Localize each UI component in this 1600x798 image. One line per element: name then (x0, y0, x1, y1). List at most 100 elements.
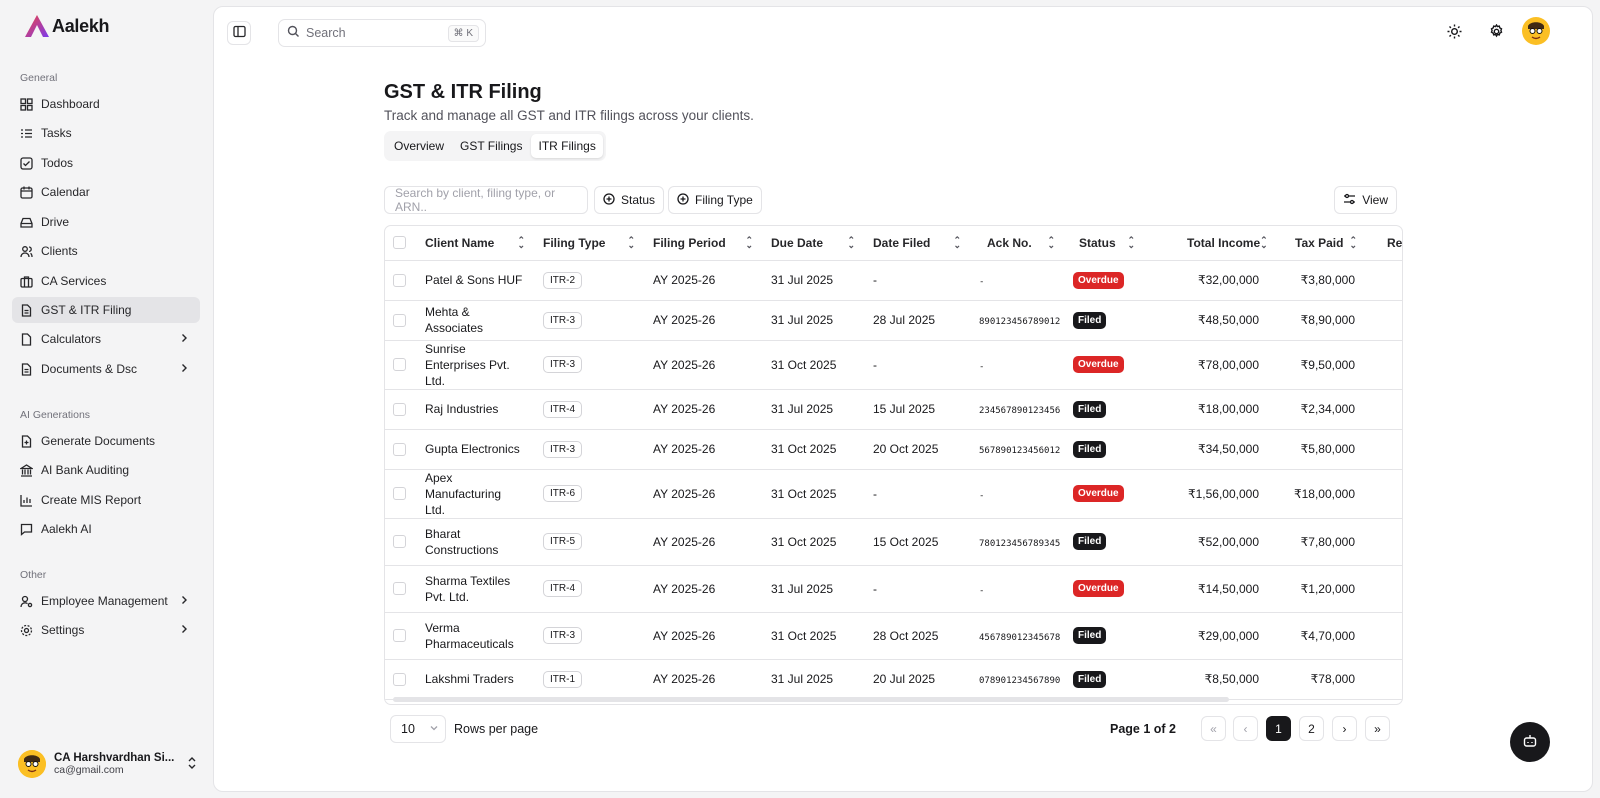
column-header-date-filed[interactable]: Date Filed ⌃ ⌄ (865, 226, 971, 261)
chevron-right-icon (178, 362, 190, 377)
calendar-icon (20, 186, 33, 199)
tab-overview[interactable]: Overview (387, 134, 451, 158)
sidebar-item-todos[interactable]: Todos (12, 150, 200, 176)
client-name[interactable]: Apex Manufacturing Ltd. (425, 471, 501, 517)
filing-period: AY 2025-26 (653, 273, 716, 287)
client-name[interactable]: Sunrise Enterprises Pvt. Ltd. (425, 342, 510, 388)
row-checkbox[interactable] (393, 535, 406, 548)
table-row[interactable]: Patel & Sons HUF ITR-2 AY 2025-26 31 Jul 20… (385, 260, 1402, 301)
client-name[interactable]: Bharat Constructions (425, 527, 498, 557)
sidebar-item-employee-management[interactable]: Employee Management (12, 588, 200, 614)
sidebar-item-calendar[interactable]: Calendar (12, 179, 200, 205)
profile-avatar-button[interactable] (1522, 16, 1550, 46)
column-header-refund[interactable]: Refur (1367, 226, 1402, 261)
table-row[interactable]: Sharma Textiles Pvt. Ltd. ITR-4 AY 2025-26… (385, 565, 1402, 613)
table-row[interactable]: Apex Manufacturing Ltd. ITR-6 AY 2025-26 31… (385, 469, 1402, 519)
sidebar-toggle-button[interactable] (227, 21, 251, 45)
first-page-button[interactable]: « (1201, 716, 1226, 741)
client-name[interactable]: Sharma Textiles Pvt. Ltd. (425, 574, 510, 604)
sidebar-item-label: Employee Management (41, 594, 168, 608)
chevron-right-icon (178, 594, 190, 609)
sidebar-item-aalekh-ai[interactable]: Aalekh AI (12, 516, 200, 542)
filing-type-badge: ITR-6 (543, 485, 582, 502)
column-header-total-income[interactable]: Total Income ⌃ ⌄ (1145, 226, 1271, 261)
user-menu[interactable]: CA Harshvardhan Si... ca@gmail.com (18, 748, 198, 780)
tab-gst-filings[interactable]: GST Filings (453, 134, 529, 158)
sidebar: Aalekh General Dashboard Tasks Todos Cal… (0, 0, 212, 798)
row-checkbox[interactable] (393, 402, 406, 416)
nav-group-other: Other (20, 569, 47, 581)
filing-period: AY 2025-26 (653, 534, 716, 549)
row-checkbox[interactable] (393, 358, 406, 371)
table-row[interactable]: Verma Pharmaceuticals ITR-3 AY 2025-26 31 O… (385, 612, 1402, 660)
sidebar-item-tasks[interactable]: Tasks (12, 120, 200, 146)
table-row[interactable]: Mehta & Associates ITR-3 AY 2025-26 31 Jul … (385, 300, 1402, 341)
column-header-client-name[interactable]: Client Name ⌃ ⌄ (417, 226, 535, 261)
row-checkbox[interactable] (393, 672, 406, 686)
row-checkbox[interactable] (393, 582, 406, 595)
page-2-button[interactable]: 2 (1299, 716, 1324, 741)
sidebar-item-clients[interactable]: Clients (12, 238, 200, 264)
sidebar-item-dashboard[interactable]: Dashboard (12, 91, 200, 117)
ack-number: 456789012345678 (979, 632, 1061, 643)
chevron-left-icon: ‹ (1243, 721, 1248, 736)
client-name[interactable]: Lakshmi Traders (425, 672, 514, 686)
global-search-input[interactable]: Search ⌘ K (278, 19, 486, 47)
client-name[interactable]: Gupta Electronics (425, 442, 520, 456)
table-row[interactable]: Gupta Electronics ITR-3 AY 2025-26 31 Oct 2… (385, 429, 1402, 470)
row-checkbox[interactable] (393, 273, 406, 287)
sidebar-item-drive[interactable]: Drive (12, 209, 200, 235)
filing-type-filter-button[interactable]: Filing Type (668, 186, 762, 214)
column-header-tax-paid[interactable]: Tax Paid ⌃ ⌄ (1271, 226, 1367, 261)
client-name[interactable]: Patel & Sons HUF (425, 273, 522, 287)
column-header-ack-no[interactable]: Ack No. ⌃ ⌄ (971, 226, 1065, 261)
sidebar-item-ca-services[interactable]: CA Services (12, 268, 200, 294)
search-placeholder: Search (306, 26, 346, 40)
sidebar-item-calculators[interactable]: Calculators (12, 326, 200, 352)
prev-page-button[interactable]: ‹ (1233, 716, 1258, 741)
date-filed: 28 Oct 2025 (873, 628, 939, 643)
chevron-right-icon (178, 332, 190, 347)
page-1-button[interactable]: 1 (1266, 716, 1291, 741)
app-logo[interactable]: Aalekh (24, 14, 110, 38)
client-name[interactable]: Mehta & Associates (425, 305, 483, 335)
column-header-filing-type[interactable]: Filing Type ⌃ ⌄ (535, 226, 645, 261)
row-checkbox[interactable] (393, 629, 406, 642)
next-page-button[interactable]: › (1332, 716, 1357, 741)
table-row[interactable]: Sunrise Enterprises Pvt. Ltd. ITR-3 AY 202… (385, 340, 1402, 390)
column-header-status[interactable]: Status ⌃ ⌄ (1065, 226, 1145, 261)
sidebar-item-settings[interactable]: Settings (12, 617, 200, 643)
sidebar-item-gst-itr-filing[interactable]: GST & ITR Filing (12, 297, 200, 323)
row-checkbox[interactable] (393, 313, 406, 327)
client-name[interactable]: Verma Pharmaceuticals (425, 621, 514, 651)
column-header-filing-period[interactable]: Filing Period ⌃ ⌄ (645, 226, 763, 261)
client-name[interactable]: Raj Industries (425, 402, 498, 416)
filter-search-input[interactable]: Search by client, filing type, or ARN.. (384, 186, 588, 214)
theme-toggle-button[interactable] (1442, 21, 1466, 45)
user-email: ca@gmail.com (54, 764, 124, 776)
due-date: 31 Oct 2025 (771, 357, 837, 372)
horizontal-scrollbar[interactable] (393, 697, 1229, 702)
total-income: ₹34,50,000 (1197, 442, 1259, 456)
filing-type-badge: ITR-3 (543, 440, 582, 458)
view-options-button[interactable]: View (1334, 186, 1397, 214)
sidebar-item-ai-bank-auditing[interactable]: AI Bank Auditing (12, 457, 200, 483)
column-header-due-date[interactable]: Due Date ⌃ ⌄ (763, 226, 865, 261)
sidebar-item-create-mis-report[interactable]: Create MIS Report (12, 487, 200, 513)
rows-per-page-select[interactable]: 10 (390, 715, 446, 743)
row-checkbox[interactable] (393, 487, 406, 500)
sidebar-item-documents-dsc[interactable]: Documents & Dsc (12, 356, 200, 382)
table-row[interactable]: Bharat Constructions ITR-5 AY 2025-26 31 Oc… (385, 518, 1402, 566)
sidebar-item-generate-documents[interactable]: Generate Documents (12, 428, 200, 454)
ai-assistant-button[interactable] (1510, 722, 1550, 762)
column-label: Total Income (1187, 235, 1261, 250)
table-row[interactable]: Lakshmi Traders ITR-1 AY 2025-26 31 Jul 202… (385, 659, 1402, 700)
tab-itr-filings[interactable]: ITR Filings (531, 134, 603, 158)
settings-button[interactable] (1484, 21, 1508, 45)
row-checkbox[interactable] (393, 442, 406, 456)
filing-type-badge: ITR-4 (543, 580, 582, 597)
status-filter-button[interactable]: Status (594, 186, 665, 214)
last-page-button[interactable]: » (1365, 716, 1390, 741)
table-row[interactable]: Raj Industries ITR-4 AY 2025-26 31 Jul 2025… (385, 389, 1402, 430)
select-all-checkbox[interactable] (393, 236, 406, 250)
